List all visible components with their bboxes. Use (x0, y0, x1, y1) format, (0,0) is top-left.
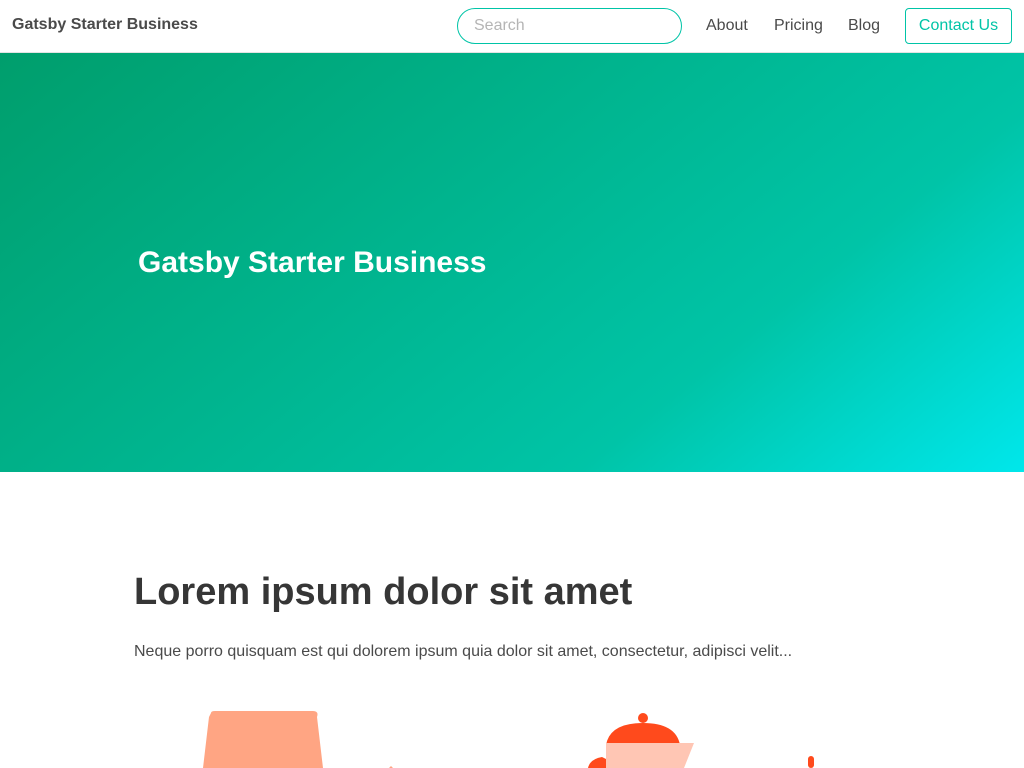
brand-link[interactable]: Gatsby Starter Business (12, 16, 198, 34)
hero-title: Gatsby Starter Business (138, 246, 487, 279)
teapot-icon (588, 713, 814, 768)
contact-us-button[interactable]: Contact Us (905, 8, 1012, 44)
section-title: Lorem ipsum dolor sit amet (134, 571, 633, 613)
section-text: Neque porro quisquam est qui dolorem ips… (134, 643, 793, 660)
search-input[interactable] (457, 8, 682, 44)
nav-link-pricing[interactable]: Pricing (774, 17, 823, 35)
nav-link-about[interactable]: About (706, 17, 748, 35)
nav-link-blog[interactable]: Blog (848, 17, 880, 35)
coffee-bag-icon (203, 711, 393, 768)
hero-banner: Gatsby Starter Business (0, 53, 1024, 472)
navbar: Gatsby Starter Business About Pricing Bl… (0, 0, 1024, 53)
